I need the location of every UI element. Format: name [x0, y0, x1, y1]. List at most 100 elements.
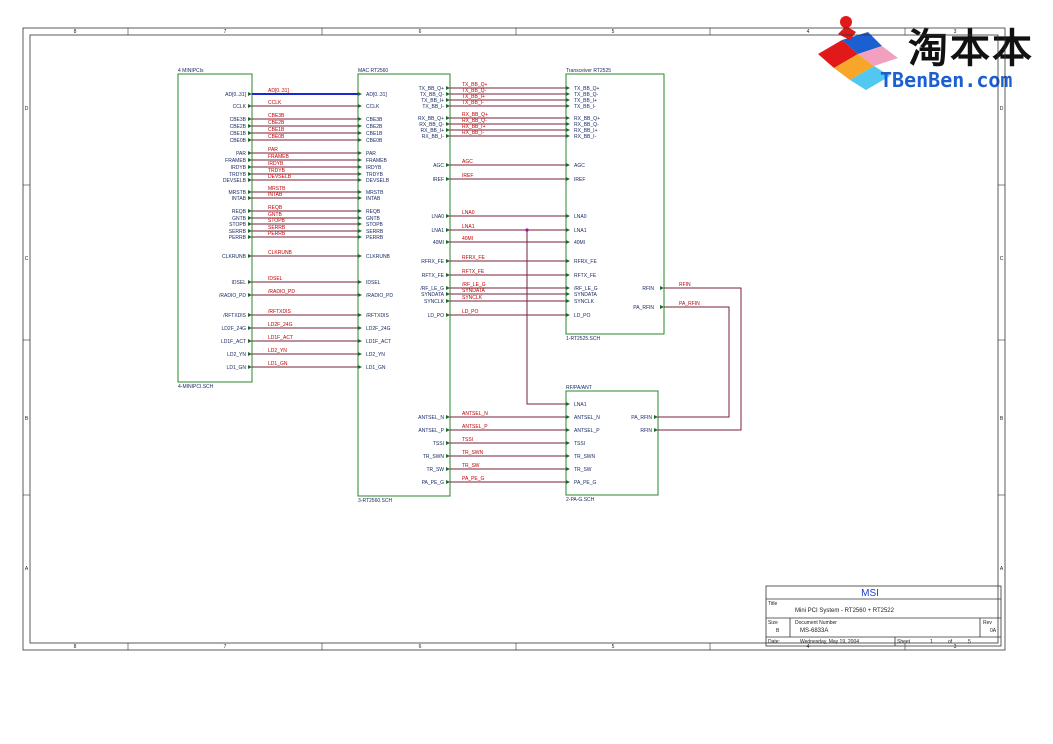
title-block-date: Wednesday, May 19, 2004 — [800, 639, 859, 645]
pin-marker — [358, 365, 362, 369]
pin-marker — [566, 415, 570, 419]
minipci-pin-label: LD2F_24G — [222, 326, 247, 332]
mac-pin-label: CBE1B — [366, 131, 383, 137]
frame-row-label-left: A — [25, 566, 29, 572]
pin-marker — [446, 273, 450, 277]
pin-marker — [446, 98, 450, 102]
mac-pin-label: DEVSELB — [366, 178, 390, 184]
mac-pin-label: RFTX_FE — [422, 273, 445, 279]
mac-pin-label: PERRB — [366, 235, 384, 241]
mac-pin-label: ANTSEL_P — [418, 428, 444, 434]
pin-marker — [446, 441, 450, 445]
wire-pa-rfin — [658, 306, 730, 418]
pin-marker — [248, 293, 252, 297]
mac-pin-label: INTAB — [366, 196, 381, 202]
pin-marker — [446, 259, 450, 263]
transceiver-pin-label: SYNCLK — [574, 299, 595, 305]
minipci-pin-label: PAR — [236, 151, 246, 157]
pin-marker — [358, 339, 362, 343]
pin-marker — [248, 352, 252, 356]
minipci-pin-label: /RADIO_PD — [219, 293, 246, 299]
pin-marker — [446, 428, 450, 432]
pin-marker — [446, 163, 450, 167]
minipci-pin-label: LD2_YN — [227, 352, 246, 358]
net-label: INTAB — [268, 192, 283, 198]
pin-marker — [358, 313, 362, 317]
pin-marker — [248, 151, 252, 155]
net-label: RFTX_FE — [462, 269, 485, 275]
mac-pin-label: LNA1 — [431, 228, 444, 234]
block-transceiver-rt2525-footer: 1-RT2525.SCH — [566, 336, 600, 342]
frame-col-label-bottom: 7 — [224, 644, 227, 650]
net-label: /RADIO_PD — [268, 289, 295, 295]
mac-pin-label: CBE0B — [366, 138, 383, 144]
pin-marker — [566, 134, 570, 138]
pin-marker — [446, 286, 450, 290]
schematic-sheet: 887766554433D DC CB BA A 4 MINIPCIs4-MINIPCI… — [22, 27, 1006, 651]
minipci-pin-label: LD1_GN — [227, 365, 247, 371]
pin-marker — [446, 299, 450, 303]
pin-marker — [654, 415, 658, 419]
transceiver-pin-label: 40MI — [574, 240, 585, 246]
net-label: CBE1B — [268, 127, 285, 133]
minipci-pin-label: REQB — [232, 209, 247, 215]
pin-marker — [446, 292, 450, 296]
mac-pin-label: TR_SW — [427, 467, 445, 473]
mac-pin-label: REQB — [366, 209, 381, 215]
minipci-pin-label: FRAMEB — [225, 158, 247, 164]
pin-marker — [358, 254, 362, 258]
pin-marker — [358, 124, 362, 128]
mac-pin-label: ANTSEL_N — [418, 415, 444, 421]
pin-marker — [248, 178, 252, 182]
pin-marker — [248, 235, 252, 239]
block-minipci-footer: 4-MINIPCI.SCH — [178, 384, 214, 390]
pin-marker — [446, 177, 450, 181]
pin-marker — [566, 214, 570, 218]
frame-col-label-top: 5 — [612, 29, 615, 35]
net-label: LNA0 — [462, 210, 475, 216]
net-label: LNA1 — [462, 224, 475, 230]
mac-pin-label: /RFTXDIS — [366, 313, 389, 319]
net-label: IREF — [462, 173, 473, 179]
pa-pin-label-lna1: LNA1 — [574, 402, 587, 408]
mac-pin-label: CLKRUNB — [366, 254, 391, 260]
net-label: CBE2B — [268, 120, 285, 126]
pin-marker — [446, 92, 450, 96]
frame-inner-border — [29, 34, 999, 644]
pin-marker — [248, 158, 252, 162]
minipci-pin-label: CBE2B — [230, 124, 247, 130]
transceiver-pin-label: RFTX_FE — [574, 273, 597, 279]
mac-pin-label: CBE2B — [366, 124, 383, 130]
pin-marker — [566, 299, 570, 303]
pin-marker — [566, 454, 570, 458]
drawing-frame: 887766554433D DC CB BA A — [22, 27, 1006, 651]
title-block-sheet: 1 — [930, 639, 933, 645]
net-label: AGC — [462, 159, 473, 165]
mac-pin-label: LD1_GN — [366, 365, 386, 371]
pin-marker — [248, 222, 252, 226]
title-block-of: 5 — [968, 639, 971, 645]
net-wires — [252, 87, 742, 483]
net-label: STOPB — [268, 218, 286, 224]
pin-marker — [446, 86, 450, 90]
pin-marker — [566, 92, 570, 96]
pin-marker — [358, 293, 362, 297]
frame-col-label-top: 7 — [224, 29, 227, 35]
transceiver-pin-label: TX_BB_I- — [574, 104, 596, 110]
mac-pin-label: RFRX_FE — [421, 259, 444, 265]
frame-row-label-left: D — [25, 106, 29, 112]
net-label: LD2_YN — [268, 348, 287, 354]
net-label: 40MI — [462, 236, 473, 242]
mac-pin-label: AD[0..31] — [366, 92, 387, 98]
pin-marker — [566, 177, 570, 181]
pin-marker — [248, 172, 252, 176]
pin-marker — [446, 214, 450, 218]
title-block-size-label: Size — [768, 620, 778, 626]
minipci-pin-label: CLKRUNB — [222, 254, 247, 260]
net-label: TX_BB_I- — [462, 100, 484, 106]
pin-marker — [358, 196, 362, 200]
net-label: PAR — [268, 147, 278, 153]
pin-marker — [566, 292, 570, 296]
net-label: CCLK — [268, 100, 282, 106]
pin-marker — [248, 280, 252, 284]
